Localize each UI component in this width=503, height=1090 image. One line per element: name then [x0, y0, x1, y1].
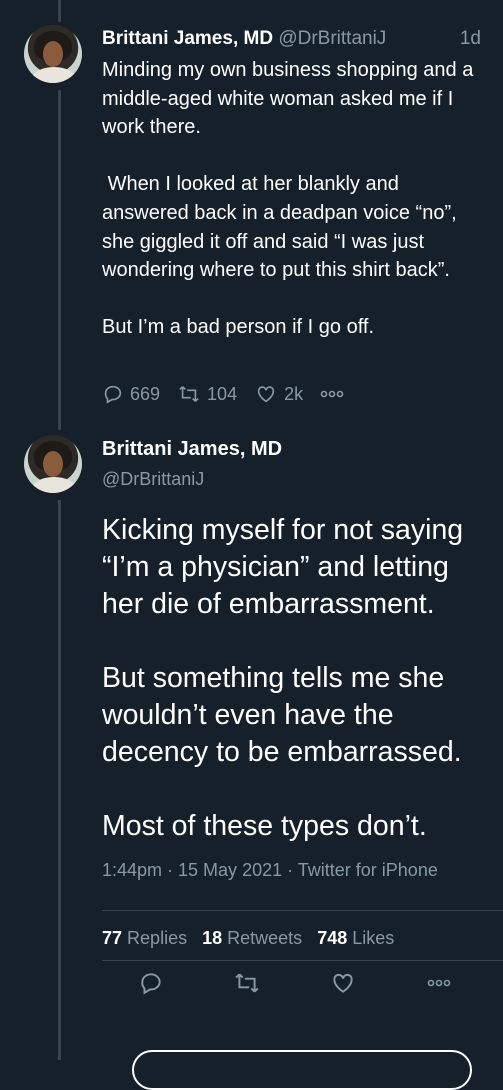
tweet-text: Kicking myself for not saying “I’m a phy… [102, 512, 492, 845]
retweet-button[interactable]: 104 [177, 383, 237, 405]
divider [102, 910, 503, 911]
author-name[interactable]: Brittani James, MD [102, 28, 273, 49]
author-handle[interactable]: @DrBrittaniJ [278, 28, 386, 49]
tweet-paragraph: But I’m a bad person if I go off. [102, 316, 375, 339]
reply-icon[interactable] [138, 970, 164, 996]
tweet-header: Brittani James, MD @DrBrittaniJ [102, 27, 386, 51]
likes-stat[interactable]: 748 Likes [317, 928, 394, 948]
tweet-meta[interactable]: 1:44pm · 15 May 2021 · Twitter for iPhon… [102, 860, 438, 881]
reply-input-box[interactable] [132, 1050, 472, 1090]
like-count: 2k [284, 383, 304, 404]
retweet-icon [179, 386, 199, 402]
retweet-icon[interactable] [233, 970, 261, 996]
reply-count: 669 [130, 383, 161, 404]
thread-line-2 [58, 500, 61, 1060]
tweet-paragraph: When I looked at her blankly and answere… [102, 173, 463, 282]
like-icon[interactable] [329, 970, 357, 996]
tweet-paragraph: Kicking myself for not saying “I’m a phy… [102, 514, 464, 620]
thread-line-1 [58, 90, 61, 430]
reply-icon [104, 385, 122, 404]
tweet-paragraph: Minding my own business shopping and a m… [102, 59, 474, 139]
author-name[interactable]: Brittani James, MD [102, 438, 282, 461]
reply-button[interactable]: 669 [102, 383, 160, 405]
more-icon[interactable] [426, 978, 452, 988]
like-icon [257, 386, 275, 403]
thread-line-top [58, 0, 61, 22]
tweet-actions [102, 970, 482, 996]
avatar[interactable] [24, 435, 82, 493]
more-icon [320, 390, 344, 398]
tweet-time[interactable]: 1d [460, 27, 481, 51]
divider [102, 960, 503, 961]
retweets-stat[interactable]: 18 Retweets [202, 928, 302, 948]
retweet-count: 104 [207, 383, 238, 404]
tweet-paragraph: But something tells me she wouldn’t even… [102, 662, 462, 768]
tweet-stats: 77 Replies 18 Retweets 748 Likes [102, 928, 394, 949]
avatar[interactable] [24, 25, 82, 83]
more-button[interactable] [320, 389, 350, 399]
tweet-actions: 669 104 2k [102, 383, 367, 405]
tweet-paragraph: Most of these types don’t. [102, 810, 427, 842]
tweet-text: Minding my own business shopping and a m… [102, 56, 482, 342]
replies-stat[interactable]: 77 Replies [102, 928, 187, 948]
author-handle[interactable]: @DrBrittaniJ [102, 469, 204, 490]
like-button[interactable]: 2k [254, 383, 303, 405]
